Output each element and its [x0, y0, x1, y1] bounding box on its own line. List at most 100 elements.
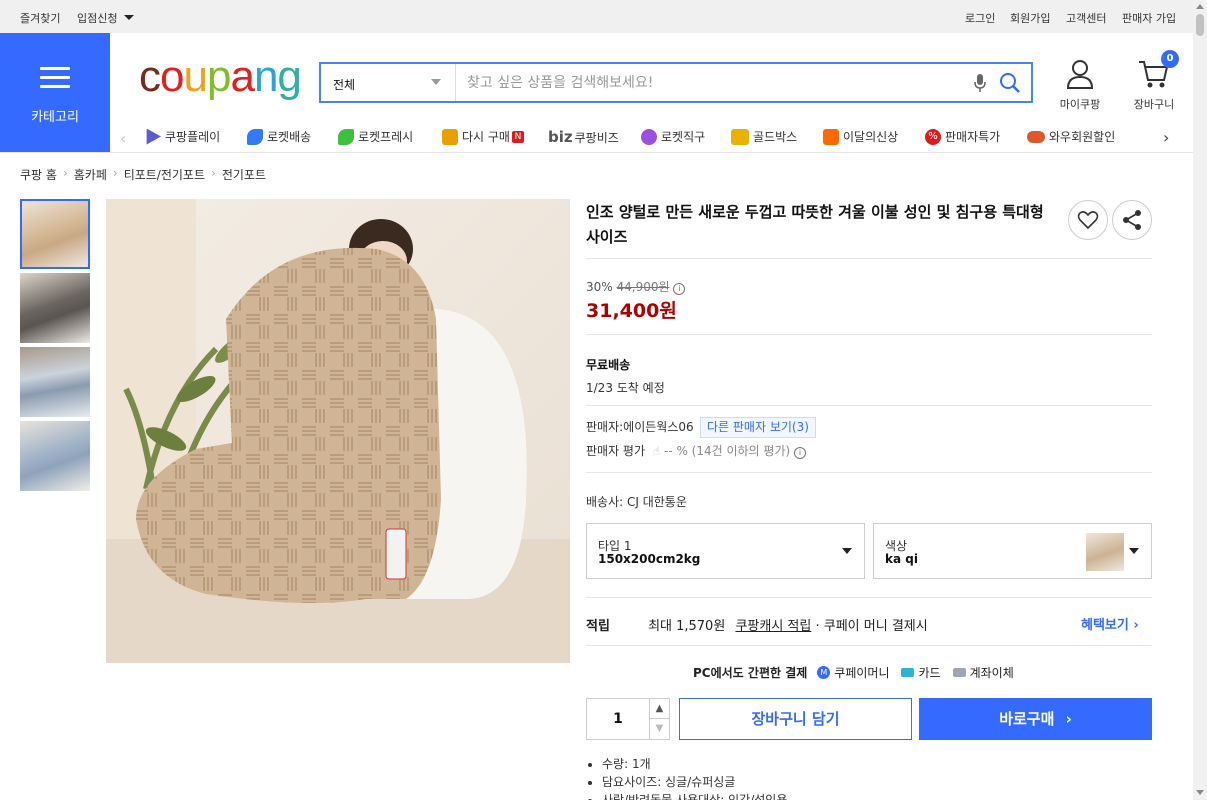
product-spec-list: 수량: 1개 담요사이즈: 싱글/슈퍼싱글 사람/반려동물 사용대상: 인간/성… — [586, 755, 787, 800]
product-thumbnail[interactable] — [20, 199, 90, 269]
nav-item-coupang-biz[interactable]: biz 쿠팡비즈 — [548, 128, 619, 146]
nav-item-rebuy[interactable]: 다시 구매 N — [442, 128, 524, 145]
product-main-image[interactable] — [106, 199, 570, 663]
seller-label: 판매자: — [586, 420, 624, 434]
nav-item-coupang-play[interactable]: 쿠팡플레이 — [145, 128, 220, 145]
wishlist-button[interactable] — [1068, 200, 1108, 240]
option-type-select[interactable]: 타입 1 150x200cm2kg — [586, 523, 865, 579]
mycoupang-label: 마이쿠팡 — [1059, 98, 1101, 111]
support-link[interactable]: 고객센터 — [1066, 10, 1106, 26]
sale-price: 31,400원 — [586, 300, 677, 322]
product-title: 인조 양털로 만든 새로운 두껍고 따뜻한 겨울 이불 성인 및 침구용 특대형… — [586, 203, 1044, 246]
chevron-down-icon — [1129, 548, 1139, 554]
chevron-right-icon: › — [1133, 618, 1139, 633]
scroll-up-icon[interactable] — [1196, 4, 1204, 9]
option-value: ka qi — [885, 552, 918, 566]
pay-method: 쿠페이머니 — [834, 666, 890, 680]
benefit-link[interactable]: 혜택보기 › — [1081, 614, 1139, 633]
buy-now-button[interactable]: 바로구매 › — [919, 698, 1152, 740]
arrival-date: 1/23 도착 예정 — [586, 381, 665, 395]
seller-signup-link[interactable]: 판매자 가입 — [1122, 10, 1176, 26]
chevron-right-icon: › — [1065, 710, 1072, 728]
share-icon — [1123, 210, 1141, 230]
nav-item-label: 로켓배송 — [267, 130, 312, 144]
breadcrumb-item[interactable]: 티포트/전기포트 — [124, 166, 205, 183]
nav-item-rocket-fresh[interactable]: 로켓프레시 — [338, 128, 413, 145]
search-icon[interactable] — [999, 72, 1021, 94]
chevron-down-icon — [842, 548, 852, 554]
product-thumbnail[interactable] — [20, 421, 90, 491]
menu-icon-line — [40, 76, 70, 79]
coupang-cash-link[interactable]: 쿠팡캐시 적립 — [735, 619, 811, 634]
info-icon[interactable]: i — [673, 283, 686, 295]
scrollbar-thumb[interactable] — [1196, 14, 1204, 36]
shipping-info: 무료배송 1/23 도착 예정 — [586, 356, 665, 396]
microphone-icon[interactable] — [973, 73, 987, 93]
chevron-down-icon[interactable] — [124, 15, 134, 20]
seller-rating-label: 판매자 평가 — [586, 444, 646, 458]
option-color-select[interactable]: 색상 ka qi — [873, 523, 1152, 579]
points-amount: 최대 1,570원 — [648, 619, 726, 634]
color-swatch-image — [1086, 533, 1124, 571]
divider — [586, 645, 1152, 646]
breadcrumb: 쿠팡 홈 › 홈카페 › 티포트/전기포트 › 전기포트 — [20, 166, 266, 183]
discount-info: 30% 44,900원 i — [586, 278, 686, 295]
chevron-right-icon: › — [62, 166, 68, 180]
nav-item-goldbox[interactable]: 골드박스 — [731, 128, 797, 145]
discount-rate: 30% — [586, 280, 613, 294]
chevron-right-icon: › — [112, 166, 118, 180]
add-to-cart-button[interactable]: 장바구니 담기 — [679, 698, 912, 740]
spec-item: 담요사이즈: 싱글/슈퍼싱글 — [602, 773, 787, 791]
points-suffix: · 쿠페이 머니 결제시 — [815, 619, 928, 634]
quantity-decrease-icon[interactable]: ▼ — [649, 719, 669, 739]
spec-item: 수량: 1개 — [602, 755, 787, 773]
breadcrumb-home[interactable]: 쿠팡 홈 — [20, 166, 57, 183]
rocket-icon — [247, 128, 263, 145]
info-icon[interactable]: i — [794, 447, 807, 459]
user-icon — [1066, 60, 1094, 89]
other-sellers-button[interactable]: 다른 판매자 보기(3) — [700, 417, 816, 438]
product-thumbnail[interactable] — [20, 347, 90, 417]
benefit-link-label: 혜택보기 — [1081, 618, 1129, 633]
nav-next-icon[interactable]: › — [1163, 128, 1169, 147]
shipping-title: 무료배송 — [586, 358, 631, 372]
play-icon — [146, 128, 161, 145]
vendor-apply-link[interactable]: 입점신청 — [77, 10, 117, 26]
category-button[interactable]: 카테고리 — [0, 33, 110, 152]
divider — [586, 597, 1152, 598]
quantity-input[interactable]: 1 — [587, 699, 649, 739]
favorites-link[interactable]: 즐겨찾기 — [20, 10, 60, 26]
nav-item-rocket-global[interactable]: 로켓직구 — [641, 128, 705, 145]
mycoupang-button[interactable]: 마이쿠팡 — [1055, 58, 1105, 116]
nav-item-new-arrivals[interactable]: 이달의신상 — [823, 128, 898, 145]
goldbox-icon — [731, 128, 749, 145]
seller-name: 에이든웍스06 — [623, 420, 694, 434]
search-input[interactable] — [457, 64, 957, 101]
seller-info: 판매자:에이든웍스06 — [586, 418, 694, 435]
product-thumbnail[interactable] — [20, 273, 90, 343]
search-scope-select[interactable]: 전체 — [321, 64, 456, 101]
spec-item: 사람/반려동물 사용대상: 인간/성인용 — [602, 791, 787, 800]
quantity-increase-icon[interactable]: ▲ — [649, 699, 669, 719]
nav-item-wow-discount[interactable]: 와우회원할인 — [1027, 128, 1115, 145]
cart-button[interactable]: 장바구니 0 — [1126, 50, 1182, 116]
coupang-logo[interactable]: coupang — [139, 52, 302, 113]
scrollbar[interactable] — [1193, 0, 1207, 800]
breadcrumb-item[interactable]: 홈카페 — [74, 166, 107, 183]
login-link[interactable]: 로그인 — [965, 10, 995, 26]
menu-icon-line — [40, 85, 70, 88]
carrier-info: 배송사: CJ 대한통운 — [586, 495, 687, 509]
breadcrumb-item[interactable]: 전기포트 — [222, 166, 266, 183]
thumbs-up-icon: ☝ — [652, 444, 661, 458]
nav-item-seller-deals[interactable]: % 판매자특가 — [925, 128, 1000, 145]
buy-now-label: 바로구매 — [999, 710, 1055, 728]
share-button[interactable] — [1112, 200, 1152, 240]
nav-item-label: 판매자특가 — [945, 130, 1001, 144]
signup-link[interactable]: 회원가입 — [1010, 10, 1050, 26]
nav-item-rocket-delivery[interactable]: 로켓배송 — [247, 128, 311, 145]
bank-icon — [952, 668, 966, 677]
scroll-down-icon[interactable] — [1196, 790, 1204, 795]
nav-prev-icon[interactable]: ‹ — [120, 129, 126, 148]
nav-item-label: 골드박스 — [753, 130, 798, 144]
seller-rating: 판매자 평가 ☝ -- % (14건 이하의 평가) i — [586, 442, 807, 459]
